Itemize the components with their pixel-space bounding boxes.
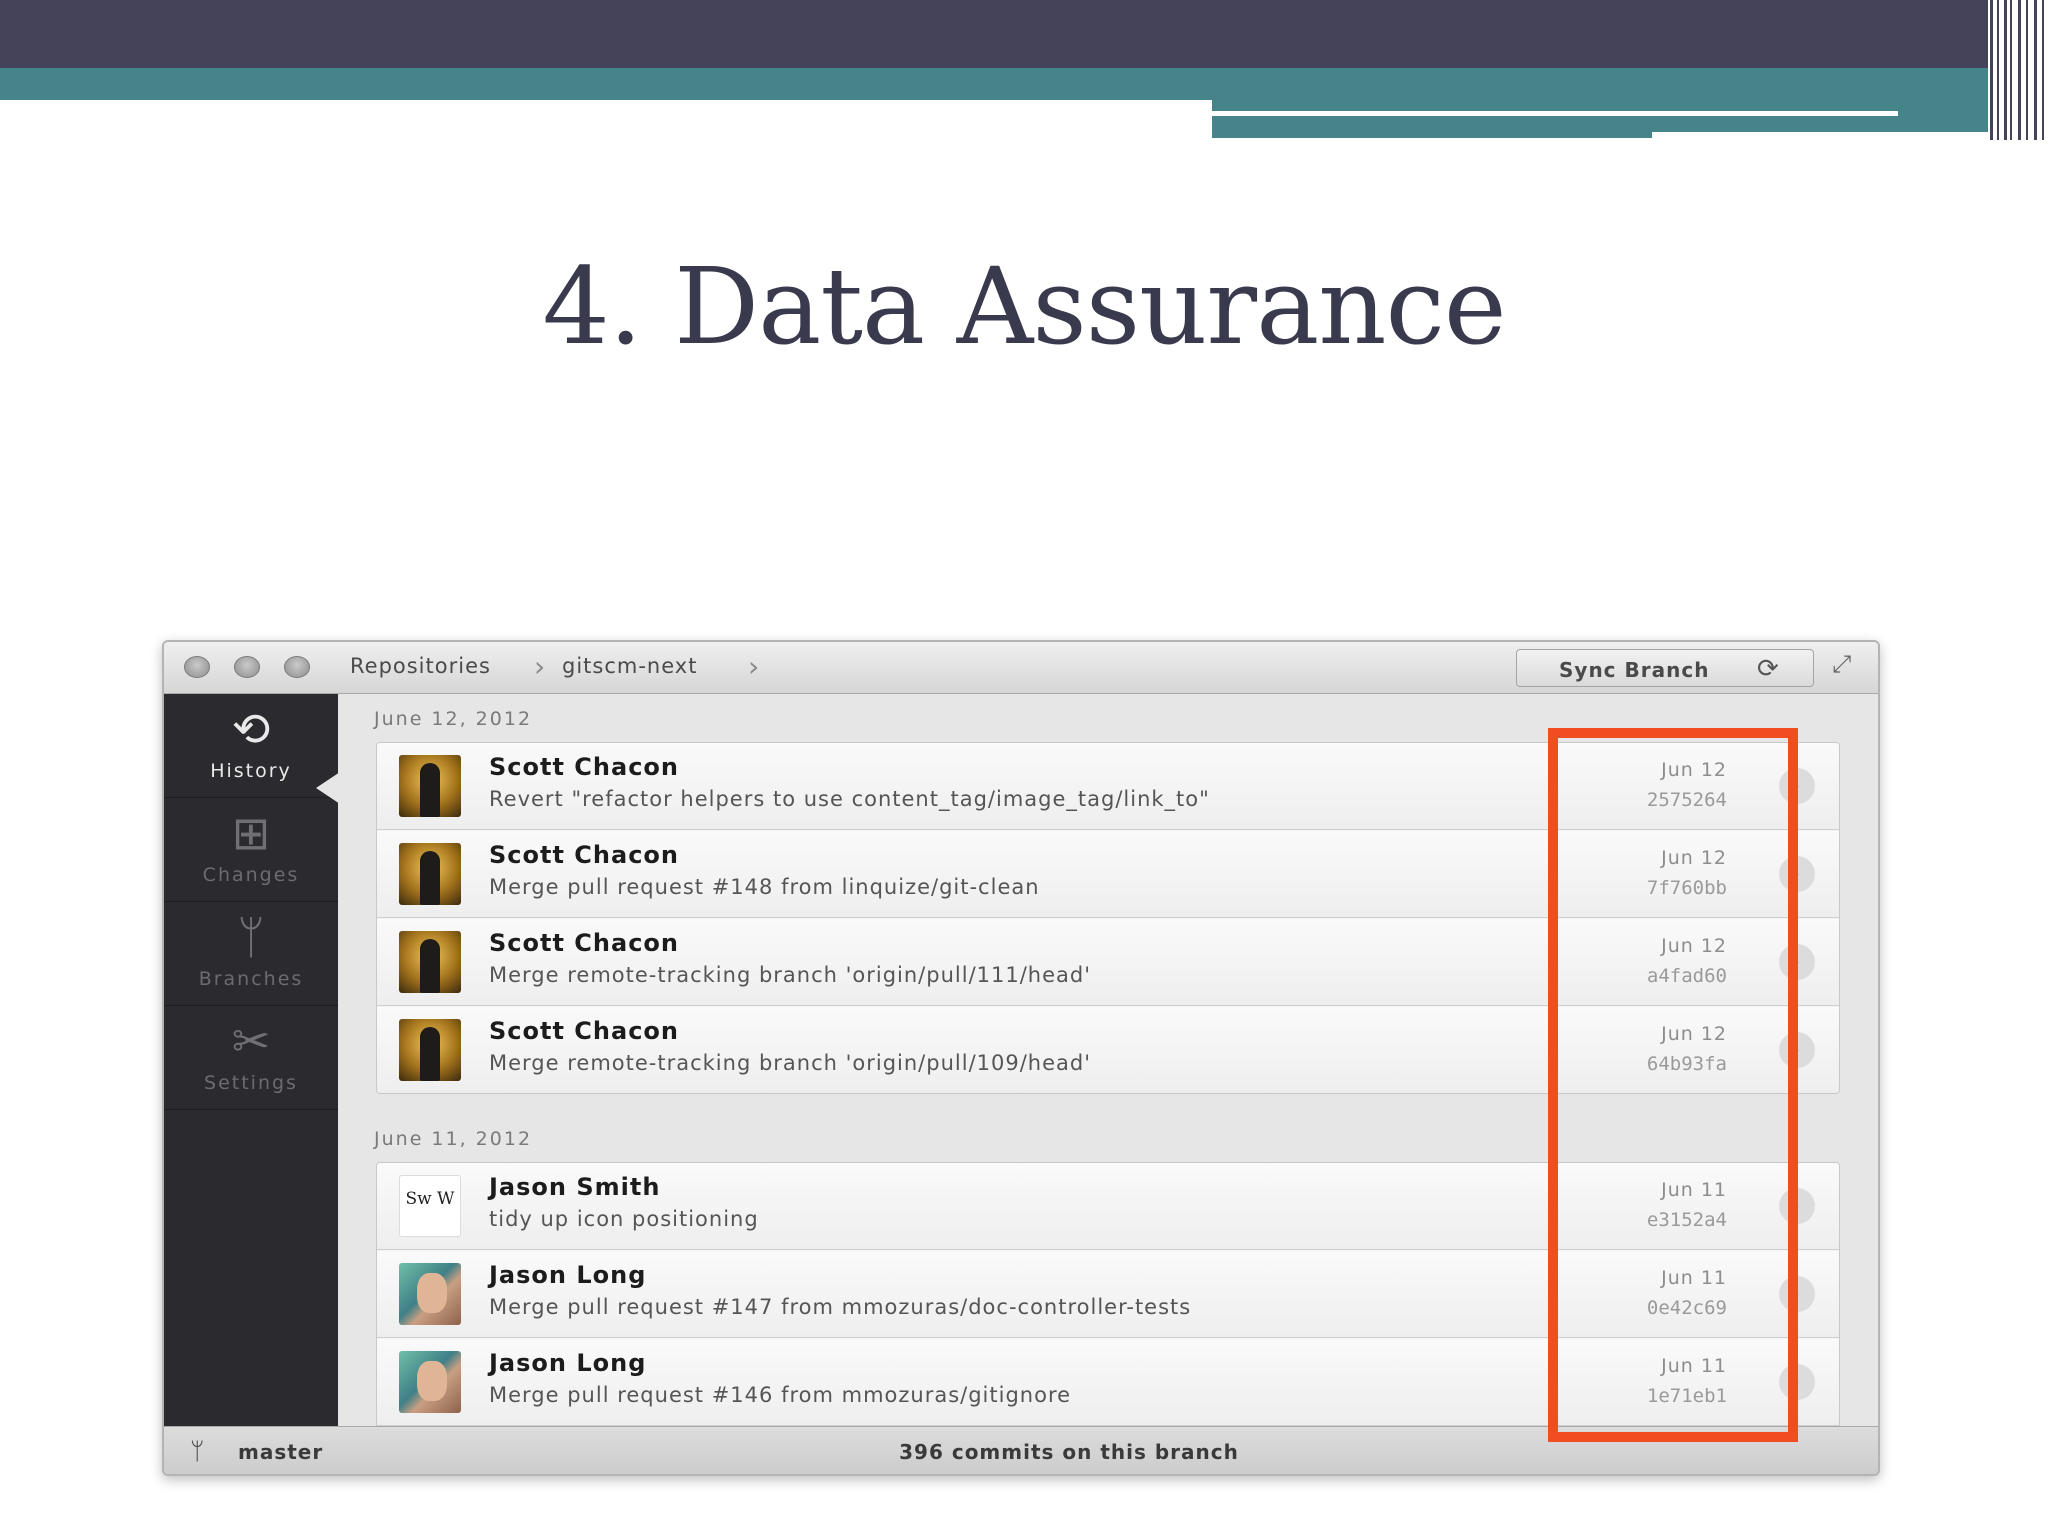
title-bar: Repositories › gitscm-next › Sync Branch…	[164, 642, 1878, 694]
slide-accent-line	[1652, 132, 2032, 140]
commit-message: Merge remote-tracking branch 'origin/pul…	[489, 963, 1092, 987]
commit-author: Scott Chacon	[489, 841, 679, 869]
avatar	[399, 1019, 461, 1081]
changes-icon: ⊞	[231, 806, 271, 860]
commit-author: Jason Smith	[489, 1173, 661, 1201]
sync-branch-label: Sync Branch	[1559, 658, 1710, 682]
active-item-pointer	[316, 772, 340, 804]
sync-branch-button[interactable]: Sync Branch ⟳	[1516, 649, 1814, 687]
avatar	[399, 755, 461, 817]
close-window-button[interactable]	[184, 656, 210, 678]
commit-count: 396 commits on this branch	[899, 1440, 1239, 1464]
sync-icon: ⟳	[1757, 654, 1779, 684]
sidebar-item-branches[interactable]: ᛘ Branches	[164, 902, 338, 1006]
commit-author: Jason Long	[489, 1261, 647, 1289]
commit-message: tidy up icon positioning	[489, 1207, 759, 1231]
slide-accent-band	[0, 68, 2048, 100]
commit-message: Revert "refactor helpers to use content_…	[489, 787, 1210, 811]
minimize-window-button[interactable]	[234, 656, 260, 678]
sidebar-item-label: Settings	[204, 1072, 298, 1094]
sidebar-item-label: History	[210, 760, 292, 782]
commit-message: Merge remote-tracking branch 'origin/pul…	[489, 1051, 1092, 1075]
sidebar-item-label: Branches	[198, 968, 304, 990]
avatar	[399, 1351, 461, 1413]
date-header: June 12, 2012	[374, 708, 533, 730]
expand-icon[interactable]: ⤢	[1832, 650, 1851, 678]
avatar: Sw W	[399, 1175, 461, 1237]
slide-title: 4. Data Assurance	[542, 245, 1506, 368]
commit-author: Scott Chacon	[489, 929, 679, 957]
branches-icon: ᛘ	[237, 910, 265, 964]
slide-accent-line	[1212, 111, 1898, 116]
chevron-right-icon: ›	[748, 650, 760, 683]
commit-message: Merge pull request #147 from mmozuras/do…	[489, 1295, 1192, 1319]
commit-message: Merge pull request #148 from linquize/gi…	[489, 875, 1040, 899]
sidebar-item-changes[interactable]: ⊞ Changes	[164, 798, 338, 902]
breadcrumb-repo[interactable]: gitscm-next	[562, 654, 697, 678]
sidebar-item-settings[interactable]: ✂ Settings	[164, 1006, 338, 1110]
avatar	[399, 1263, 461, 1325]
zoom-window-button[interactable]	[284, 656, 310, 678]
avatar	[399, 931, 461, 993]
sidebar-item-label: Changes	[202, 864, 300, 886]
sidebar-item-history[interactable]: ⟲ History	[164, 694, 338, 798]
sidebar: ⟲ History ⊞ Changes ᛘ Branches ✂ Setting…	[164, 694, 340, 1426]
commit-message: Merge pull request #146 from mmozuras/gi…	[489, 1383, 1072, 1407]
date-header: June 11, 2012	[374, 1128, 533, 1150]
history-icon: ⟲	[231, 702, 271, 756]
avatar	[399, 843, 461, 905]
commit-author: Jason Long	[489, 1349, 647, 1377]
settings-icon: ✂	[231, 1014, 271, 1068]
highlight-annotation-box	[1548, 728, 1798, 1442]
slide-corner-stripes	[1988, 0, 2048, 140]
slide-header-band	[0, 0, 2048, 68]
commit-author: Scott Chacon	[489, 1017, 679, 1045]
chevron-right-icon: ›	[534, 650, 546, 683]
breadcrumb-repositories[interactable]: Repositories	[350, 654, 491, 678]
commit-author: Scott Chacon	[489, 753, 679, 781]
